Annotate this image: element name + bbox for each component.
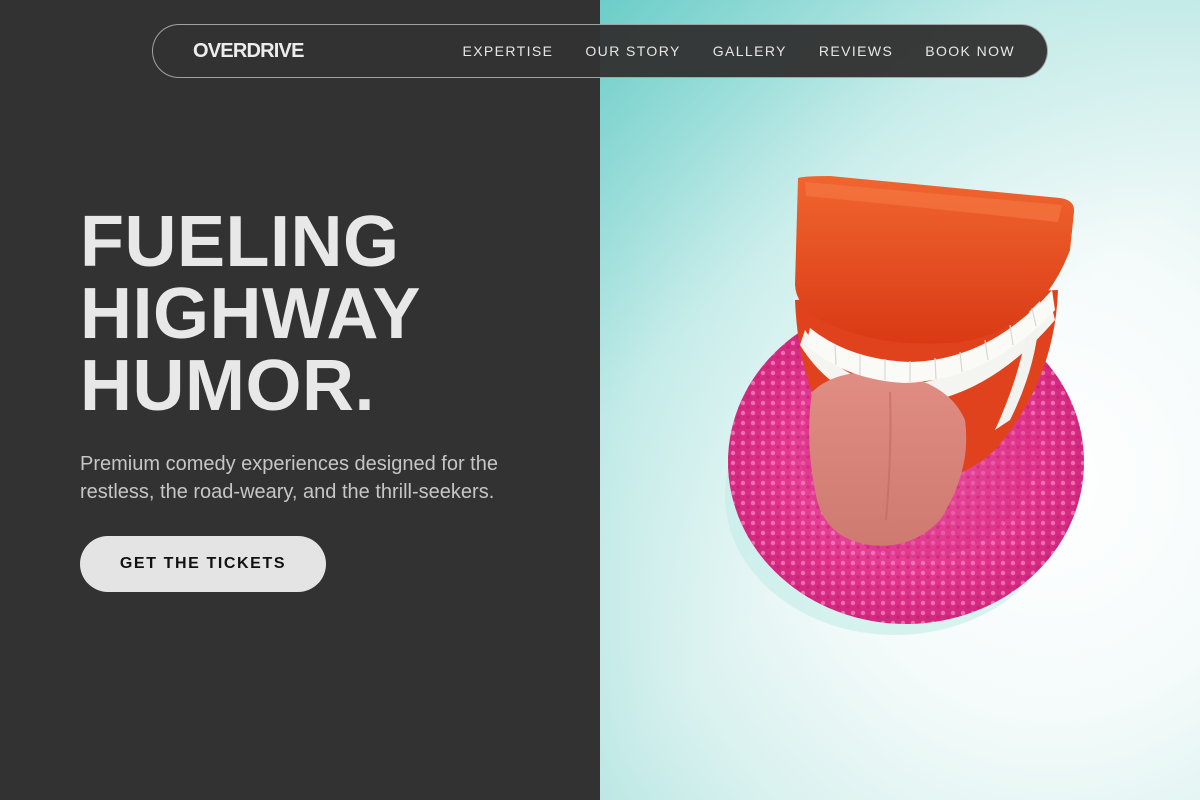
hero-title: FUELING HIGHWAY HUMOR.: [80, 206, 580, 422]
nav-link-gallery[interactable]: GALLERY: [713, 43, 787, 59]
nav-link-our-story[interactable]: OUR STORY: [585, 43, 680, 59]
chattering-teeth-image: [725, 176, 1084, 635]
hero-title-line-1: FUELING: [80, 202, 400, 282]
nav-link-expertise[interactable]: EXPERTISE: [462, 43, 553, 59]
nav-links: EXPERTISE OUR STORY GALLERY REVIEWS BOOK…: [462, 43, 1015, 59]
hero-title-line-2: HIGHWAY: [80, 274, 421, 354]
hero-image-panel: [600, 0, 1200, 800]
nav-link-reviews[interactable]: REVIEWS: [819, 43, 893, 59]
hero-subtitle: Premium comedy experiences designed for …: [80, 453, 498, 503]
hero-title-line-3: HUMOR.: [80, 346, 375, 426]
get-tickets-button[interactable]: GET THE TICKETS: [80, 536, 326, 592]
main-navbar: OVERDRIVE EXPERTISE OUR STORY GALLERY RE…: [152, 24, 1048, 78]
brand-logo[interactable]: OVERDRIVE: [193, 40, 304, 63]
nav-link-book-now[interactable]: BOOK NOW: [925, 43, 1015, 59]
